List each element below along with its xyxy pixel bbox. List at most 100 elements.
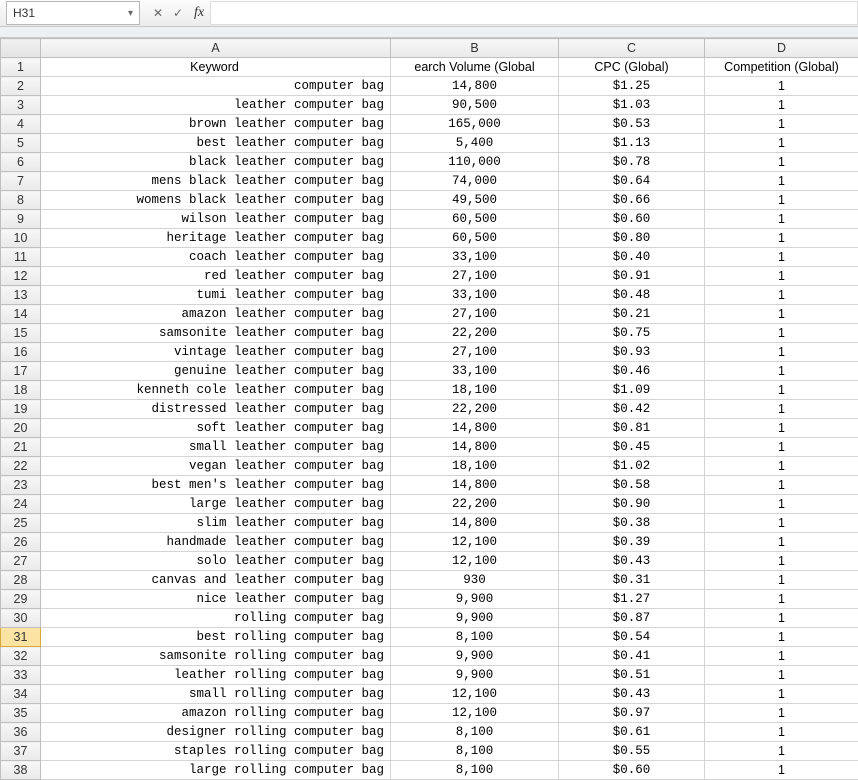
cell[interactable]: 1: [705, 286, 858, 305]
cell[interactable]: $1.27: [559, 590, 705, 609]
cell[interactable]: coach leather computer bag: [41, 248, 391, 267]
row-header[interactable]: 24: [1, 495, 41, 514]
cell[interactable]: amazon leather computer bag: [41, 305, 391, 324]
cell[interactable]: $0.58: [559, 476, 705, 495]
row-header[interactable]: 38: [1, 761, 41, 780]
cell[interactable]: 1: [705, 172, 858, 191]
row-header[interactable]: 29: [1, 590, 41, 609]
cell[interactable]: 14,800: [391, 419, 559, 438]
cell[interactable]: 1: [705, 134, 858, 153]
cell[interactable]: small rolling computer bag: [41, 685, 391, 704]
cell[interactable]: 1: [705, 685, 858, 704]
cell[interactable]: leather rolling computer bag: [41, 666, 391, 685]
row-header[interactable]: 16: [1, 343, 41, 362]
cell[interactable]: 8,100: [391, 742, 559, 761]
cell[interactable]: slim leather computer bag: [41, 514, 391, 533]
cell[interactable]: 33,100: [391, 286, 559, 305]
row-header[interactable]: 17: [1, 362, 41, 381]
row-header[interactable]: 8: [1, 191, 41, 210]
cell[interactable]: 1: [705, 552, 858, 571]
cell[interactable]: 1: [705, 229, 858, 248]
cell[interactable]: $0.51: [559, 666, 705, 685]
cell[interactable]: $0.48: [559, 286, 705, 305]
cell[interactable]: 27,100: [391, 343, 559, 362]
cell[interactable]: $0.97: [559, 704, 705, 723]
cell[interactable]: $0.87: [559, 609, 705, 628]
cell[interactable]: 1: [705, 191, 858, 210]
col-header-B[interactable]: B: [391, 39, 559, 58]
row-header[interactable]: 33: [1, 666, 41, 685]
cell[interactable]: $0.43: [559, 685, 705, 704]
row-header[interactable]: 26: [1, 533, 41, 552]
cell[interactable]: 27,100: [391, 305, 559, 324]
cell[interactable]: 1: [705, 723, 858, 742]
cell[interactable]: $1.25: [559, 77, 705, 96]
cell[interactable]: $0.39: [559, 533, 705, 552]
row-header[interactable]: 1: [1, 58, 41, 77]
cell[interactable]: 9,900: [391, 647, 559, 666]
cell[interactable]: 1: [705, 742, 858, 761]
cell[interactable]: 1: [705, 324, 858, 343]
cell[interactable]: 22,200: [391, 324, 559, 343]
cell[interactable]: 1: [705, 590, 858, 609]
cell[interactable]: black leather computer bag: [41, 153, 391, 172]
cell[interactable]: $0.90: [559, 495, 705, 514]
cell[interactable]: samsonite rolling computer bag: [41, 647, 391, 666]
cell[interactable]: $0.43: [559, 552, 705, 571]
row-header[interactable]: 28: [1, 571, 41, 590]
spreadsheet-grid[interactable]: A B C D 1Keywordearch Volume (GlobalCPC …: [0, 38, 858, 780]
cell[interactable]: $1.03: [559, 96, 705, 115]
cell[interactable]: distressed leather computer bag: [41, 400, 391, 419]
cell[interactable]: 930: [391, 571, 559, 590]
row-header[interactable]: 13: [1, 286, 41, 305]
cell[interactable]: 74,000: [391, 172, 559, 191]
cell[interactable]: $0.45: [559, 438, 705, 457]
cell[interactable]: $0.64: [559, 172, 705, 191]
cell[interactable]: wilson leather computer bag: [41, 210, 391, 229]
cell[interactable]: 12,100: [391, 704, 559, 723]
cell[interactable]: 1: [705, 381, 858, 400]
cell[interactable]: 1: [705, 704, 858, 723]
cell[interactable]: 1: [705, 476, 858, 495]
row-header[interactable]: 21: [1, 438, 41, 457]
cell[interactable]: genuine leather computer bag: [41, 362, 391, 381]
cell[interactable]: $0.42: [559, 400, 705, 419]
row-header[interactable]: 2: [1, 77, 41, 96]
cell[interactable]: earch Volume (Global: [391, 58, 559, 77]
cell[interactable]: 60,500: [391, 210, 559, 229]
cell[interactable]: 14,800: [391, 476, 559, 495]
cell[interactable]: computer bag: [41, 77, 391, 96]
row-header[interactable]: 25: [1, 514, 41, 533]
cell[interactable]: large leather computer bag: [41, 495, 391, 514]
cell[interactable]: rolling computer bag: [41, 609, 391, 628]
cell[interactable]: vintage leather computer bag: [41, 343, 391, 362]
cell[interactable]: $0.66: [559, 191, 705, 210]
row-header[interactable]: 7: [1, 172, 41, 191]
cell[interactable]: 1: [705, 457, 858, 476]
cell[interactable]: $0.60: [559, 210, 705, 229]
cell[interactable]: soft leather computer bag: [41, 419, 391, 438]
row-header[interactable]: 34: [1, 685, 41, 704]
cell[interactable]: nice leather computer bag: [41, 590, 391, 609]
cell[interactable]: 12,100: [391, 685, 559, 704]
cell[interactable]: small leather computer bag: [41, 438, 391, 457]
row-header[interactable]: 37: [1, 742, 41, 761]
cell[interactable]: 1: [705, 210, 858, 229]
cell[interactable]: $0.38: [559, 514, 705, 533]
cell[interactable]: amazon rolling computer bag: [41, 704, 391, 723]
cell[interactable]: $1.02: [559, 457, 705, 476]
cell[interactable]: $0.61: [559, 723, 705, 742]
cell[interactable]: $0.93: [559, 343, 705, 362]
cell[interactable]: 27,100: [391, 267, 559, 286]
cell[interactable]: $0.53: [559, 115, 705, 134]
cell[interactable]: 60,500: [391, 229, 559, 248]
cell[interactable]: 33,100: [391, 362, 559, 381]
cell[interactable]: 1: [705, 609, 858, 628]
row-header[interactable]: 19: [1, 400, 41, 419]
cell[interactable]: Keyword: [41, 58, 391, 77]
cell[interactable]: 1: [705, 438, 858, 457]
cell[interactable]: 1: [705, 647, 858, 666]
cell[interactable]: 49,500: [391, 191, 559, 210]
cell[interactable]: 14,800: [391, 438, 559, 457]
cell[interactable]: kenneth cole leather computer bag: [41, 381, 391, 400]
